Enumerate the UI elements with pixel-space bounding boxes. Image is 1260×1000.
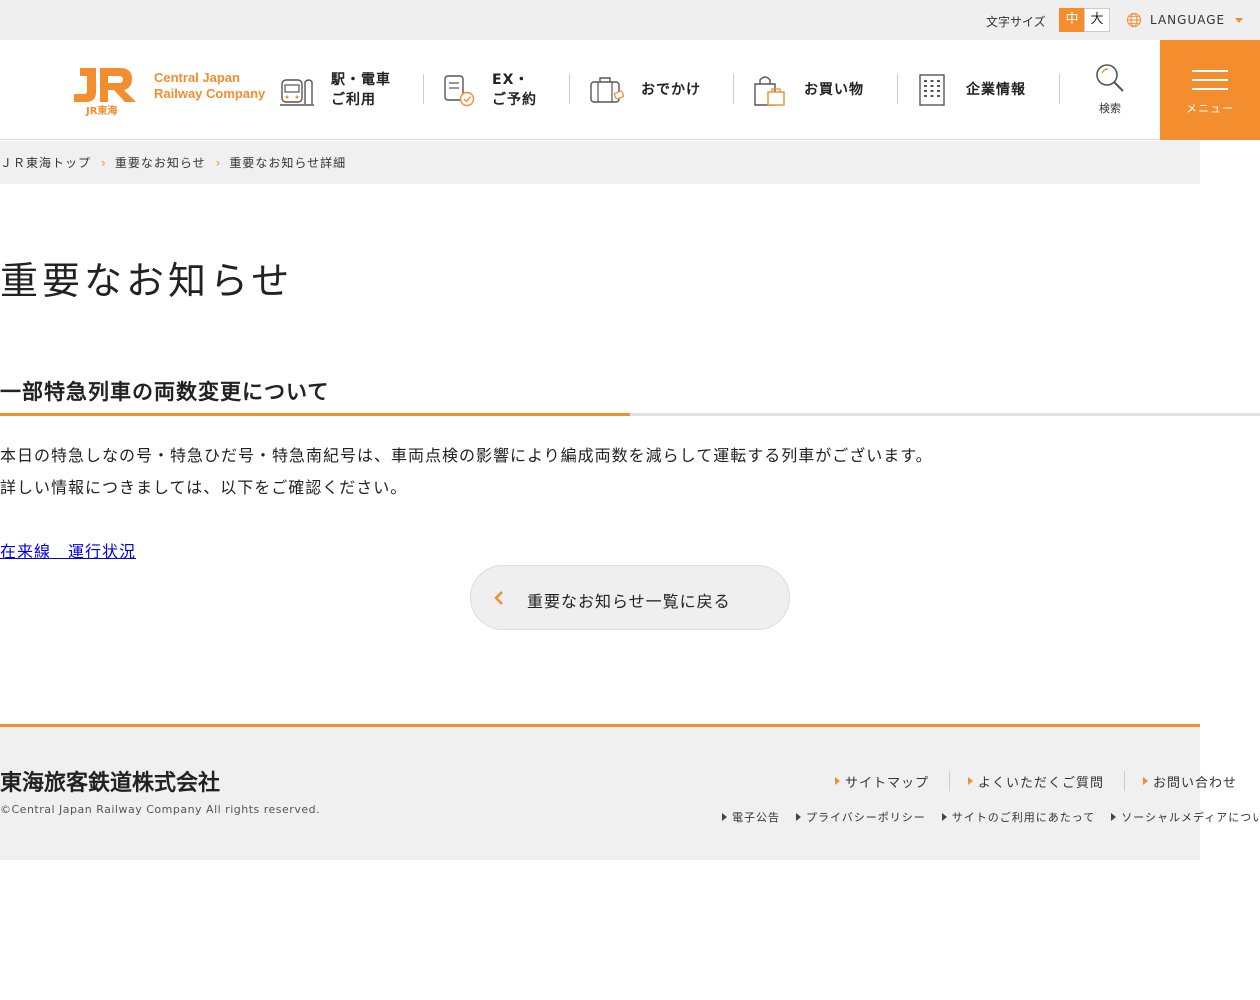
triangle-right-icon: [968, 777, 974, 785]
notice-body-line: 本日の特急しなの号・特急ひだ号・特急南紀号は、車両点検の影響により編成両数を減ら…: [0, 446, 933, 465]
search-label: 検索: [1099, 102, 1121, 115]
breadcrumb-home[interactable]: ＪＲ東海トップ: [0, 154, 91, 171]
site-footer: 東海旅客鉄道株式会社 ©Central Japan Railway Compan…: [0, 724, 1260, 860]
breadcrumb-notices[interactable]: 重要なお知らせ: [115, 154, 206, 171]
menu-label: メニュー: [1186, 102, 1234, 115]
footer-link-sitemap[interactable]: サイトマップ: [835, 771, 929, 791]
font-size-large-button[interactable]: 大: [1084, 8, 1110, 32]
triangle-right-icon: [941, 813, 947, 821]
footer-link-e-notice[interactable]: 電子公告: [722, 809, 780, 825]
building-icon: [919, 74, 945, 106]
service-status-link[interactable]: 在来線 運行状況: [0, 538, 136, 562]
nav-label-odekake: おでかけ: [641, 82, 701, 98]
language-label: LANGUAGE: [1150, 13, 1226, 27]
footer-link-privacy[interactable]: プライバシーポリシー: [796, 809, 926, 825]
chevron-left-icon: [494, 591, 503, 605]
back-button-label: 重要なお知らせ一覧に戻る: [527, 592, 731, 611]
triangle-right-icon: [722, 813, 727, 821]
nav-label-corporate: 企業情報: [966, 82, 1026, 98]
site-header: JR東海 Central Japan Railway Company 駅・電車 …: [0, 40, 1260, 140]
triangle-right-icon: [835, 777, 840, 785]
chevron-down-icon: [1235, 17, 1244, 23]
jr-central-logo[interactable]: JR東海: [70, 64, 145, 116]
triangle-right-icon: [1111, 813, 1117, 821]
nav-label-shopping: お買い物: [804, 82, 864, 98]
shopping-bag-icon: [754, 76, 785, 106]
nav-label-station: 駅・電車 ご利用: [331, 72, 391, 108]
triangle-right-icon: [796, 813, 801, 821]
search-icon: [1096, 64, 1124, 92]
footer-company-name: 東海旅客鉄道株式会社: [0, 771, 221, 796]
nav-label-ex-reservation: EX・ ご予約: [492, 72, 537, 108]
nav-divider: [733, 74, 734, 104]
nav-item-shopping[interactable]: お買い物: [752, 66, 864, 114]
nav-item-odekake[interactable]: おでかけ: [589, 66, 701, 114]
svg-text:JR東海: JR東海: [85, 104, 117, 116]
footer-divider: [1124, 771, 1126, 791]
chevron-right-icon: ›: [215, 155, 222, 170]
breadcrumb-current: 重要なお知らせ詳細: [229, 156, 347, 170]
triangle-right-icon: [1143, 777, 1149, 785]
chevron-right-icon: ›: [101, 155, 107, 170]
nav-item-ex-reservation[interactable]: EX・ ご予約: [440, 66, 537, 114]
page-title: 重要なお知らせ: [0, 259, 294, 303]
footer-link-social-media[interactable]: ソーシャルメディアについて: [1111, 809, 1260, 825]
footer-copyright: ©Central Japan Railway Company All right…: [0, 803, 321, 816]
nav-divider: [423, 74, 424, 104]
nav-divider: [569, 74, 570, 104]
nav-item-station[interactable]: 駅・電車 ご利用: [279, 66, 391, 114]
utility-bar: 文字サイズ 中 大 LANGUAGE: [0, 0, 1260, 40]
breadcrumb: ＪＲ東海トップ › 重要なお知らせ › 重要なお知らせ詳細: [0, 141, 1200, 184]
nav-item-corporate[interactable]: 企業情報: [914, 66, 1026, 114]
notice-body: 本日の特急しなの号・特急ひだ号・特急南紀号は、車両点検の影響により編成両数を減ら…: [0, 440, 933, 504]
nav-divider: [1059, 74, 1060, 104]
language-selector[interactable]: LANGUAGE: [1126, 12, 1244, 28]
notice-title: 一部特急列車の両数変更について: [0, 380, 330, 404]
footer-link-faq[interactable]: よくいただくご質問: [968, 771, 1104, 791]
menu-button[interactable]: メニュー: [1160, 40, 1260, 140]
font-size-label: 文字サイズ: [986, 15, 1046, 29]
notice-body-line: 詳しい情報につきましては、以下をご確認ください。: [0, 478, 408, 497]
search-button[interactable]: 検索: [1086, 62, 1134, 116]
footer-divider: [949, 771, 951, 791]
train-station-icon: [280, 79, 314, 106]
globe-icon: [1127, 13, 1141, 27]
logo-text[interactable]: Central Japan Railway Company: [154, 70, 265, 102]
back-to-notices-button[interactable]: 重要なお知らせ一覧に戻る: [470, 565, 790, 630]
suitcase-icon: [590, 77, 625, 103]
nav-divider: [897, 74, 898, 104]
footer-link-contact[interactable]: お問い合わせ: [1143, 771, 1237, 791]
title-divider-accent: [0, 413, 630, 416]
footer-primary-links: サイトマップ よくいただくご質問 お問い合わせ: [835, 771, 1237, 791]
ticket-reservation-icon: [444, 75, 475, 107]
footer-link-terms[interactable]: サイトのご利用にあたって: [941, 809, 1095, 825]
hamburger-icon: [1192, 70, 1228, 72]
font-size-medium-button[interactable]: 中: [1059, 8, 1085, 32]
footer-secondary-links: 電子公告 プライバシーポリシー サイトのご利用にあたって ソーシャルメディアにつ…: [722, 809, 1260, 825]
